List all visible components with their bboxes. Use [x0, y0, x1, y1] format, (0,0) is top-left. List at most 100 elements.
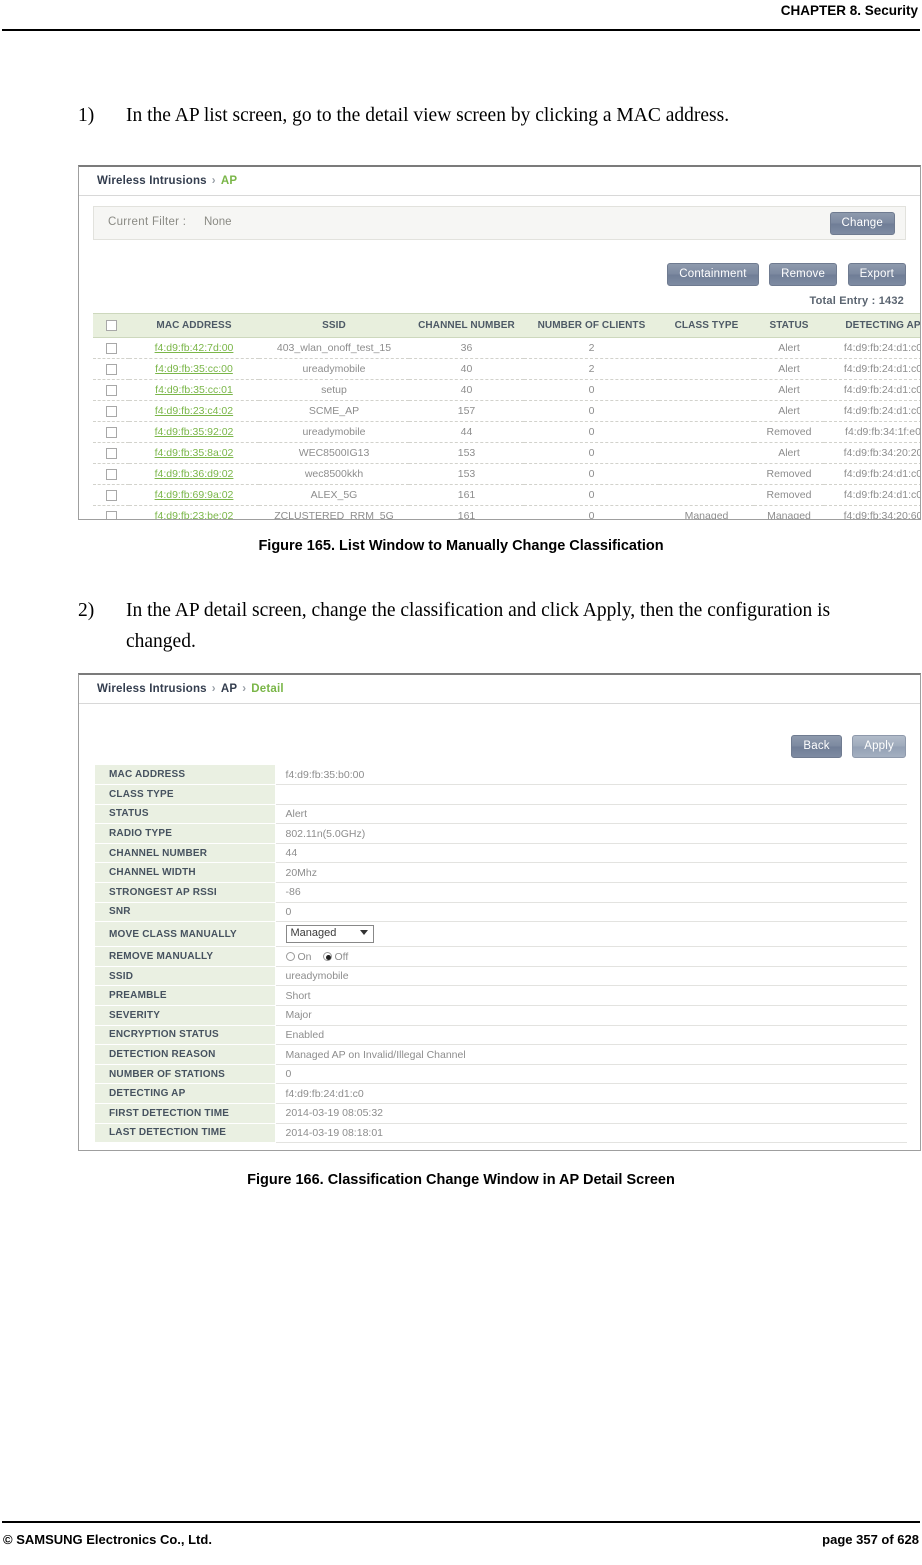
detail-label-first-detection-time: FIRST DETECTION TIME — [95, 1103, 276, 1124]
detail-value-move-class-manually[interactable]: Managed — [275, 921, 907, 948]
cell-ssid: ZCLUSTERED_RRM_5G — [259, 505, 409, 519]
mac-address-link[interactable]: f4:d9:fb:35:92:02 — [155, 426, 234, 438]
row-checkbox-cell[interactable] — [93, 358, 129, 381]
detail-row: STATUS Alert — [95, 804, 907, 825]
containment-button[interactable]: Containment — [667, 263, 759, 286]
radio-button-off-icon[interactable] — [322, 952, 332, 962]
step-2: 2) In the AP detail screen, change the c… — [78, 595, 848, 657]
column-header-number-of-clients[interactable]: NUMBER OF CLIENTS — [524, 312, 659, 339]
column-header-ssid[interactable]: SSID — [259, 312, 409, 339]
cell-channel-number: 36 — [409, 337, 524, 360]
row-checkbox[interactable] — [105, 384, 117, 396]
cell-ssid: ureadymobile — [259, 421, 409, 444]
cell-status: Removed — [754, 463, 824, 486]
mac-address-link[interactable]: f4:d9:fb:69:9a:02 — [155, 489, 234, 501]
breadcrumb-root[interactable]: Wireless Intrusions — [97, 175, 207, 187]
cell-ssid: WEC8500IG13 — [259, 442, 409, 465]
breadcrumb-separator-icon: › — [211, 175, 216, 187]
column-header-detecting-ap[interactable]: DETECTING AP — [824, 312, 920, 339]
column-header-status[interactable]: STATUS — [754, 312, 824, 339]
mac-address-link[interactable]: f4:d9:fb:35:8a:02 — [155, 447, 234, 459]
cell-mac-address[interactable]: f4:d9:fb:36:d9:02 — [129, 463, 259, 486]
row-checkbox[interactable] — [105, 426, 117, 438]
cell-mac-address[interactable]: f4:d9:fb:35:92:02 — [129, 421, 259, 444]
detail-label-strongest-ap-rssi: STRONGEST AP RSSI — [95, 882, 276, 903]
row-checkbox[interactable] — [105, 447, 117, 459]
detail-value-detection-reason: Managed AP on Invalid/Illegal Channel — [275, 1044, 907, 1065]
row-checkbox[interactable] — [105, 510, 117, 519]
cell-mac-address[interactable]: f4:d9:fb:23:be:02 — [129, 505, 259, 519]
detail-value-remove-manually[interactable]: On Off — [275, 946, 907, 967]
detail-label-number-of-stations: NUMBER OF STATIONS — [95, 1064, 276, 1085]
breadcrumb-current-ap[interactable]: AP — [221, 175, 237, 187]
radio-option-off[interactable]: Off — [322, 951, 348, 963]
detail-row: DETECTION REASON Managed AP on Invalid/Il… — [95, 1044, 907, 1065]
mac-address-link[interactable]: f4:d9:fb:42:7d:00 — [155, 342, 234, 354]
remove-manually-radio-group[interactable]: On Off — [285, 950, 360, 963]
breadcrumb-separator-icon: › — [211, 683, 216, 695]
cell-mac-address[interactable]: f4:d9:fb:69:9a:02 — [129, 484, 259, 507]
remove-button[interactable]: Remove — [769, 263, 838, 286]
select-all-header[interactable] — [93, 312, 129, 339]
detail-label-severity: SEVERITY — [95, 1005, 276, 1026]
select-all-checkbox[interactable] — [105, 320, 117, 331]
detail-label-encryption-status: ENCRYPTION STATUS — [95, 1025, 276, 1046]
column-header-class-type[interactable]: CLASS TYPE — [659, 312, 754, 339]
cell-channel-number: 40 — [409, 379, 524, 402]
row-checkbox-cell[interactable] — [93, 505, 129, 519]
detail-label-detection-reason: DETECTION REASON — [95, 1044, 276, 1065]
row-checkbox-cell[interactable] — [93, 442, 129, 465]
cell-number-of-clients: 0 — [524, 505, 659, 519]
export-button[interactable]: Export — [847, 263, 906, 286]
column-header-mac-address[interactable]: MAC ADDRESS — [129, 312, 259, 339]
cell-number-of-clients: 2 — [524, 358, 659, 381]
radio-option-on[interactable]: On — [285, 950, 312, 963]
detail-label-radio-type: RADIO TYPE — [95, 823, 276, 844]
cell-channel-number: 44 — [409, 421, 524, 444]
detail-value-channel-number: 44 — [275, 843, 907, 864]
step-2-number: 2) — [78, 600, 95, 621]
radio-button-on-icon[interactable] — [285, 952, 295, 962]
breadcrumb-separator-icon-2: › — [242, 683, 247, 695]
row-checkbox[interactable] — [105, 363, 117, 375]
cell-status: Alert — [754, 358, 824, 381]
cell-mac-address[interactable]: f4:d9:fb:35:cc:00 — [129, 358, 259, 381]
mac-address-link[interactable]: f4:d9:fb:35:cc:00 — [155, 363, 233, 375]
detail-row: PREAMBLE Short — [95, 985, 907, 1007]
cell-number-of-clients: 0 — [524, 442, 659, 465]
cell-mac-address[interactable]: f4:d9:fb:23:c4:02 — [129, 400, 259, 423]
row-checkbox-cell[interactable] — [93, 379, 129, 402]
row-checkbox-cell[interactable] — [93, 337, 129, 360]
detail-value-severity: Major — [275, 1005, 907, 1026]
detail-label-channel-number: CHANNEL NUMBER — [95, 843, 276, 864]
mac-address-link[interactable]: f4:d9:fb:36:d9:02 — [155, 468, 234, 480]
row-checkbox[interactable] — [105, 468, 117, 480]
breadcrumb-current-detail[interactable]: Detail — [251, 683, 284, 695]
row-checkbox-cell[interactable] — [93, 400, 129, 423]
row-checkbox-cell[interactable] — [93, 421, 129, 444]
radio-label-on: On — [297, 950, 312, 963]
cell-mac-address[interactable]: f4:d9:fb:35:8a:02 — [129, 442, 259, 465]
move-class-manually-select[interactable]: Managed — [285, 925, 374, 944]
mac-address-link[interactable]: f4:d9:fb:35:cc:01 — [155, 384, 233, 396]
apply-button[interactable]: Apply — [852, 735, 906, 758]
cell-detecting-ap: f4:d9:fb:24:d1:c0 — [824, 379, 920, 402]
cell-channel-number: 157 — [409, 400, 524, 423]
row-checkbox-cell[interactable] — [93, 484, 129, 507]
row-checkbox-cell[interactable] — [93, 463, 129, 486]
change-button[interactable]: Change — [829, 212, 895, 235]
cell-mac-address[interactable]: f4:d9:fb:35:cc:01 — [129, 379, 259, 402]
detail-row: CHANNEL NUMBER 44 — [95, 843, 907, 864]
back-button[interactable]: Back — [791, 735, 842, 758]
column-header-channel-number[interactable]: CHANNEL NUMBER — [409, 312, 524, 339]
row-checkbox[interactable] — [105, 489, 117, 501]
detail-value-strongest-ap-rssi: -86 — [275, 882, 907, 903]
row-checkbox[interactable] — [105, 342, 117, 354]
row-checkbox[interactable] — [105, 405, 117, 417]
table-row: f4:d9:fb:35:8a:02 WEC8500IG13 153 0 Alert f4:… — [93, 442, 920, 465]
cell-mac-address[interactable]: f4:d9:fb:42:7d:00 — [129, 337, 259, 360]
mac-address-link[interactable]: f4:d9:fb:23:c4:02 — [155, 405, 233, 417]
breadcrumb-root[interactable]: Wireless Intrusions — [97, 683, 207, 695]
breadcrumb-ap[interactable]: AP — [221, 683, 237, 695]
mac-address-link[interactable]: f4:d9:fb:23:be:02 — [155, 510, 234, 519]
